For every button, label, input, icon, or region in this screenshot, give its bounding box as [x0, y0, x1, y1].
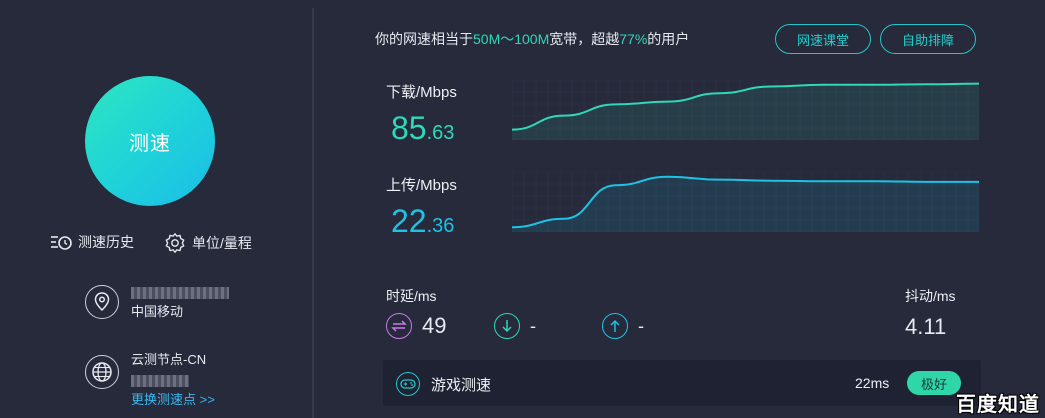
latency-label: 时延/ms — [386, 288, 437, 304]
node-location — [131, 370, 215, 390]
download-latency-value: - — [530, 315, 536, 336]
gear-icon — [165, 233, 185, 253]
download-chart — [512, 80, 979, 140]
redacted-ip — [131, 286, 229, 299]
game-latency: 22ms — [855, 375, 890, 391]
panel-divider — [312, 8, 314, 418]
speed-summary: 你的网速相当于50M～100M宽带，超越77%的用户 — [375, 29, 689, 49]
node-info: 云测节点-CN 更换测速点 >> — [131, 350, 215, 410]
arrow-up-icon — [602, 313, 628, 339]
jitter-label: 抖动/ms — [905, 288, 956, 304]
arrow-down-icon — [494, 313, 520, 339]
test-history-label: 测速历史 — [78, 234, 134, 250]
download-int: 85 — [391, 110, 427, 146]
game-rating-badge: 极好 — [907, 371, 961, 395]
start-test-button[interactable]: 测速 — [85, 76, 215, 206]
summary-middle: 宽带，超越 — [549, 31, 620, 47]
upload-latency-value: - — [638, 315, 644, 336]
location-pin-icon — [85, 285, 119, 319]
gamepad-icon — [396, 372, 420, 396]
jitter-value: 4.11 — [905, 314, 947, 339]
summary-prefix: 你的网速相当于 — [375, 31, 473, 47]
game-test-bar[interactable]: 游戏测速 22ms 极好 — [383, 360, 981, 406]
download-value: 85.63 — [391, 110, 454, 147]
change-node-link[interactable]: 更换测速点 >> — [131, 390, 215, 410]
summary-percent: 77% — [619, 31, 648, 47]
upload-label: 上传/Mbps — [386, 177, 457, 194]
upload-latency-item: - — [602, 313, 644, 339]
history-icon — [51, 236, 72, 250]
isp-info: 中国移动 — [131, 282, 229, 322]
baidu-zhidao-watermark: 百度知道 — [956, 394, 1040, 416]
self-troubleshoot-button[interactable]: 自助排障 — [880, 24, 976, 54]
latency-item: 49 — [386, 313, 446, 339]
unit-range-label: 单位/量程 — [192, 235, 252, 251]
summary-suffix: 的用户 — [647, 31, 690, 47]
test-history-button[interactable]: 测速历史 — [50, 232, 134, 252]
upload-chart — [512, 172, 979, 232]
start-test-label: 测速 — [129, 132, 171, 155]
download-latency-item: - — [494, 313, 536, 339]
redacted-node-location — [131, 374, 189, 387]
download-dec: .63 — [426, 122, 455, 144]
globe-icon — [85, 355, 119, 389]
unit-range-button[interactable]: 单位/量程 — [164, 232, 252, 254]
self-troubleshoot-label: 自助排障 — [901, 32, 954, 48]
latency-value: 49 — [422, 313, 447, 338]
download-label: 下载/Mbps — [386, 84, 457, 101]
isp-name: 中国移动 — [131, 304, 184, 319]
node-title: 云测节点-CN — [131, 352, 207, 367]
left-panel: 测速 测速历史 单位/量程 中国移动 云测节点-CN 更换测速点 >> — [0, 0, 312, 418]
upload-dec: .36 — [426, 215, 455, 237]
speed-class-label: 网速课堂 — [796, 32, 849, 48]
game-test-label: 游戏测速 — [431, 377, 492, 394]
latency-exchange-icon — [386, 313, 412, 339]
isp-ip — [131, 282, 229, 302]
summary-bandwidth: 50M～100M — [473, 31, 550, 47]
upload-value: 22.36 — [391, 203, 454, 240]
speed-class-button[interactable]: 网速课堂 — [775, 24, 871, 54]
upload-int: 22 — [391, 203, 427, 239]
upload-series-area — [512, 176, 979, 232]
